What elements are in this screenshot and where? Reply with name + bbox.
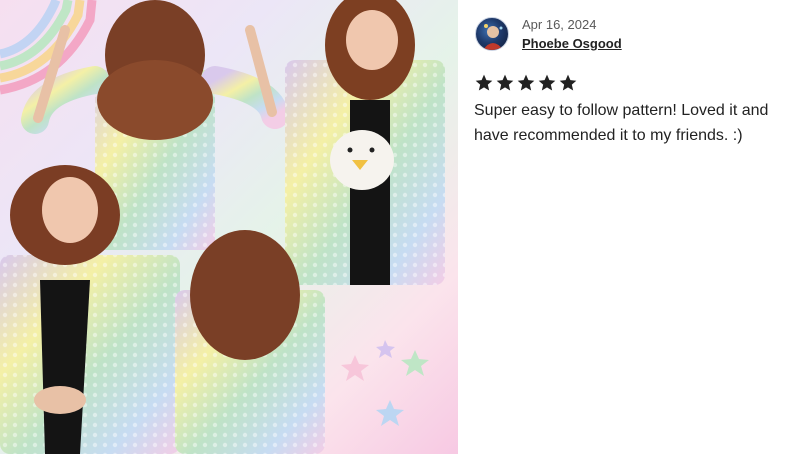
review-panel: Apr 16, 2024 Phoebe Osgood Super easy to… — [458, 0, 800, 454]
review-text: Super easy to follow pattern! Loved it a… — [474, 102, 769, 144]
reviewer-name-link[interactable]: Phoebe Osgood — [522, 36, 622, 51]
star-icon — [517, 74, 535, 91]
star-icon — [538, 74, 556, 91]
star-rating — [474, 73, 578, 93]
star-icon — [496, 74, 514, 91]
review-date: Apr 16, 2024 — [522, 17, 597, 32]
star-icon — [475, 74, 493, 91]
review-photo-collage — [0, 0, 445, 454]
reviewer-avatar-icon[interactable] — [475, 17, 509, 51]
review-photo[interactable] — [0, 0, 458, 454]
star-icon — [559, 74, 577, 91]
